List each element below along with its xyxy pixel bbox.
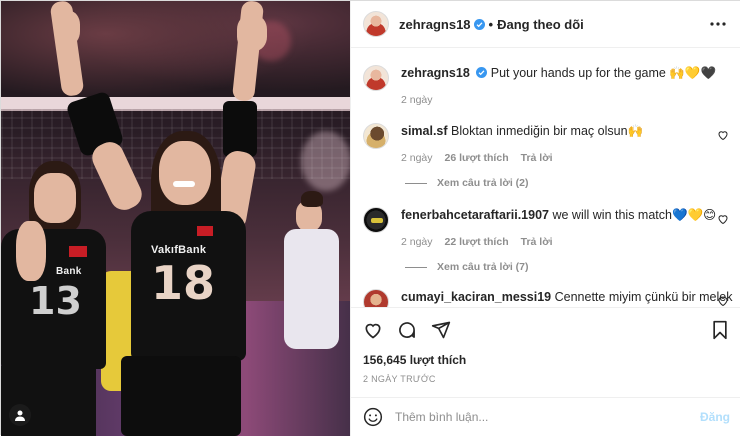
comment-username[interactable]: fenerbahcetaraftarii.1907 xyxy=(401,208,549,222)
jersey-sponsor: VakıfBank xyxy=(151,244,207,256)
comment-username[interactable]: simal.sf xyxy=(401,124,448,138)
post-comment-button[interactable]: Đăng xyxy=(700,410,730,424)
comment-input[interactable] xyxy=(395,410,700,424)
separator-dot: • xyxy=(488,16,494,32)
comment-heart-icon[interactable] xyxy=(717,295,729,307)
avatar[interactable] xyxy=(363,123,389,149)
emoji-icon[interactable] xyxy=(363,407,383,427)
player-shorts xyxy=(121,356,241,436)
comment-text: Cennette miyim çünkü bir melek xyxy=(554,290,733,304)
comment-text: we will win this match💙💛😊 xyxy=(552,208,717,222)
post-timestamp[interactable]: 2 NGÀY TRƯỚC xyxy=(363,374,436,384)
comment-likes[interactable]: 22 lượt thích xyxy=(445,236,509,248)
add-comment-bar: Đăng xyxy=(351,397,740,436)
jersey-number: 18 xyxy=(151,256,216,310)
view-replies-label[interactable]: Xem câu trả lời (2) xyxy=(437,177,529,189)
reply-button[interactable]: Trả lời xyxy=(521,152,553,164)
verified-badge-icon xyxy=(476,67,488,78)
turkey-flag xyxy=(69,246,87,257)
teammate-sponsor: Bank xyxy=(56,266,82,277)
replies-divider xyxy=(405,182,427,184)
comment-heart-icon[interactable] xyxy=(717,213,729,225)
share-icon[interactable] xyxy=(431,320,451,340)
comment-item: simal.sf Bloktan inmediğin bir maç olsun… xyxy=(363,123,733,189)
view-replies-button[interactable]: Xem câu trả lời (2) xyxy=(405,177,529,189)
post-details-panel: zehragns18 • Đang theo dõi zehragns18 Pu… xyxy=(350,1,740,436)
bookmark-icon[interactable] xyxy=(710,320,730,340)
view-replies-label[interactable]: Xem câu trả lời (7) xyxy=(437,261,529,273)
caption-text: Put your hands up for the game 🙌💛🖤 xyxy=(490,66,717,80)
comment-time[interactable]: 2 ngày xyxy=(401,152,433,164)
caption-username[interactable]: zehragns18 xyxy=(401,66,470,80)
avatar[interactable] xyxy=(363,65,389,91)
verified-badge-icon xyxy=(473,18,485,30)
comment-username[interactable]: cumayi_kaciran_messi19 xyxy=(401,290,551,304)
right-arm-sleeve xyxy=(223,101,257,157)
post-caption: zehragns18 Put your hands up for the gam… xyxy=(363,65,733,106)
comment-item: cumayi_kaciran_messi19 Cennette miyim çü… xyxy=(363,289,733,307)
comment-likes[interactable]: 26 lượt thích xyxy=(445,152,509,164)
turkey-flag xyxy=(197,226,213,236)
teammate-shorts xyxy=(1,366,96,436)
follow-status-button[interactable]: Đang theo dõi xyxy=(497,17,584,32)
comment-item: fenerbahcetaraftarii.1907 we will win th… xyxy=(363,207,733,273)
comment-text: Bloktan inmediğin bir maç olsun🙌 xyxy=(451,124,644,138)
comments-list[interactable]: zehragns18 Put your hands up for the gam… xyxy=(351,49,740,307)
comment-heart-icon[interactable] xyxy=(717,129,729,141)
avatar[interactable] xyxy=(363,11,389,37)
caption-time[interactable]: 2 ngày xyxy=(401,94,433,106)
reply-button[interactable]: Trả lời xyxy=(521,236,553,248)
replies-divider xyxy=(405,266,427,268)
likes-count[interactable]: 156,645 lượt thích xyxy=(363,353,466,367)
more-options-icon[interactable] xyxy=(708,14,728,34)
teammate-jersey-number: 13 xyxy=(29,279,82,323)
view-replies-button[interactable]: Xem câu trả lời (7) xyxy=(405,261,529,273)
author-username[interactable]: zehragns18 xyxy=(399,17,471,32)
post-photo[interactable]: 13 Bank VakıfBank 18 xyxy=(1,1,350,436)
post-header: zehragns18 • Đang theo dõi xyxy=(351,1,740,48)
smile xyxy=(173,181,195,187)
user-tag-icon[interactable] xyxy=(9,404,31,426)
post-actions: 156,645 lượt thích 2 NGÀY TRƯỚC xyxy=(351,307,740,397)
volleyball-net xyxy=(1,97,350,109)
instagram-post: 13 Bank VakıfBank 18 zehragns18 • Đang t… xyxy=(0,0,740,436)
avatar[interactable] xyxy=(363,207,389,233)
comment-icon[interactable] xyxy=(397,320,417,340)
avatar[interactable] xyxy=(363,289,389,307)
heart-icon[interactable] xyxy=(363,320,383,340)
comment-time[interactable]: 2 ngày xyxy=(401,236,433,248)
